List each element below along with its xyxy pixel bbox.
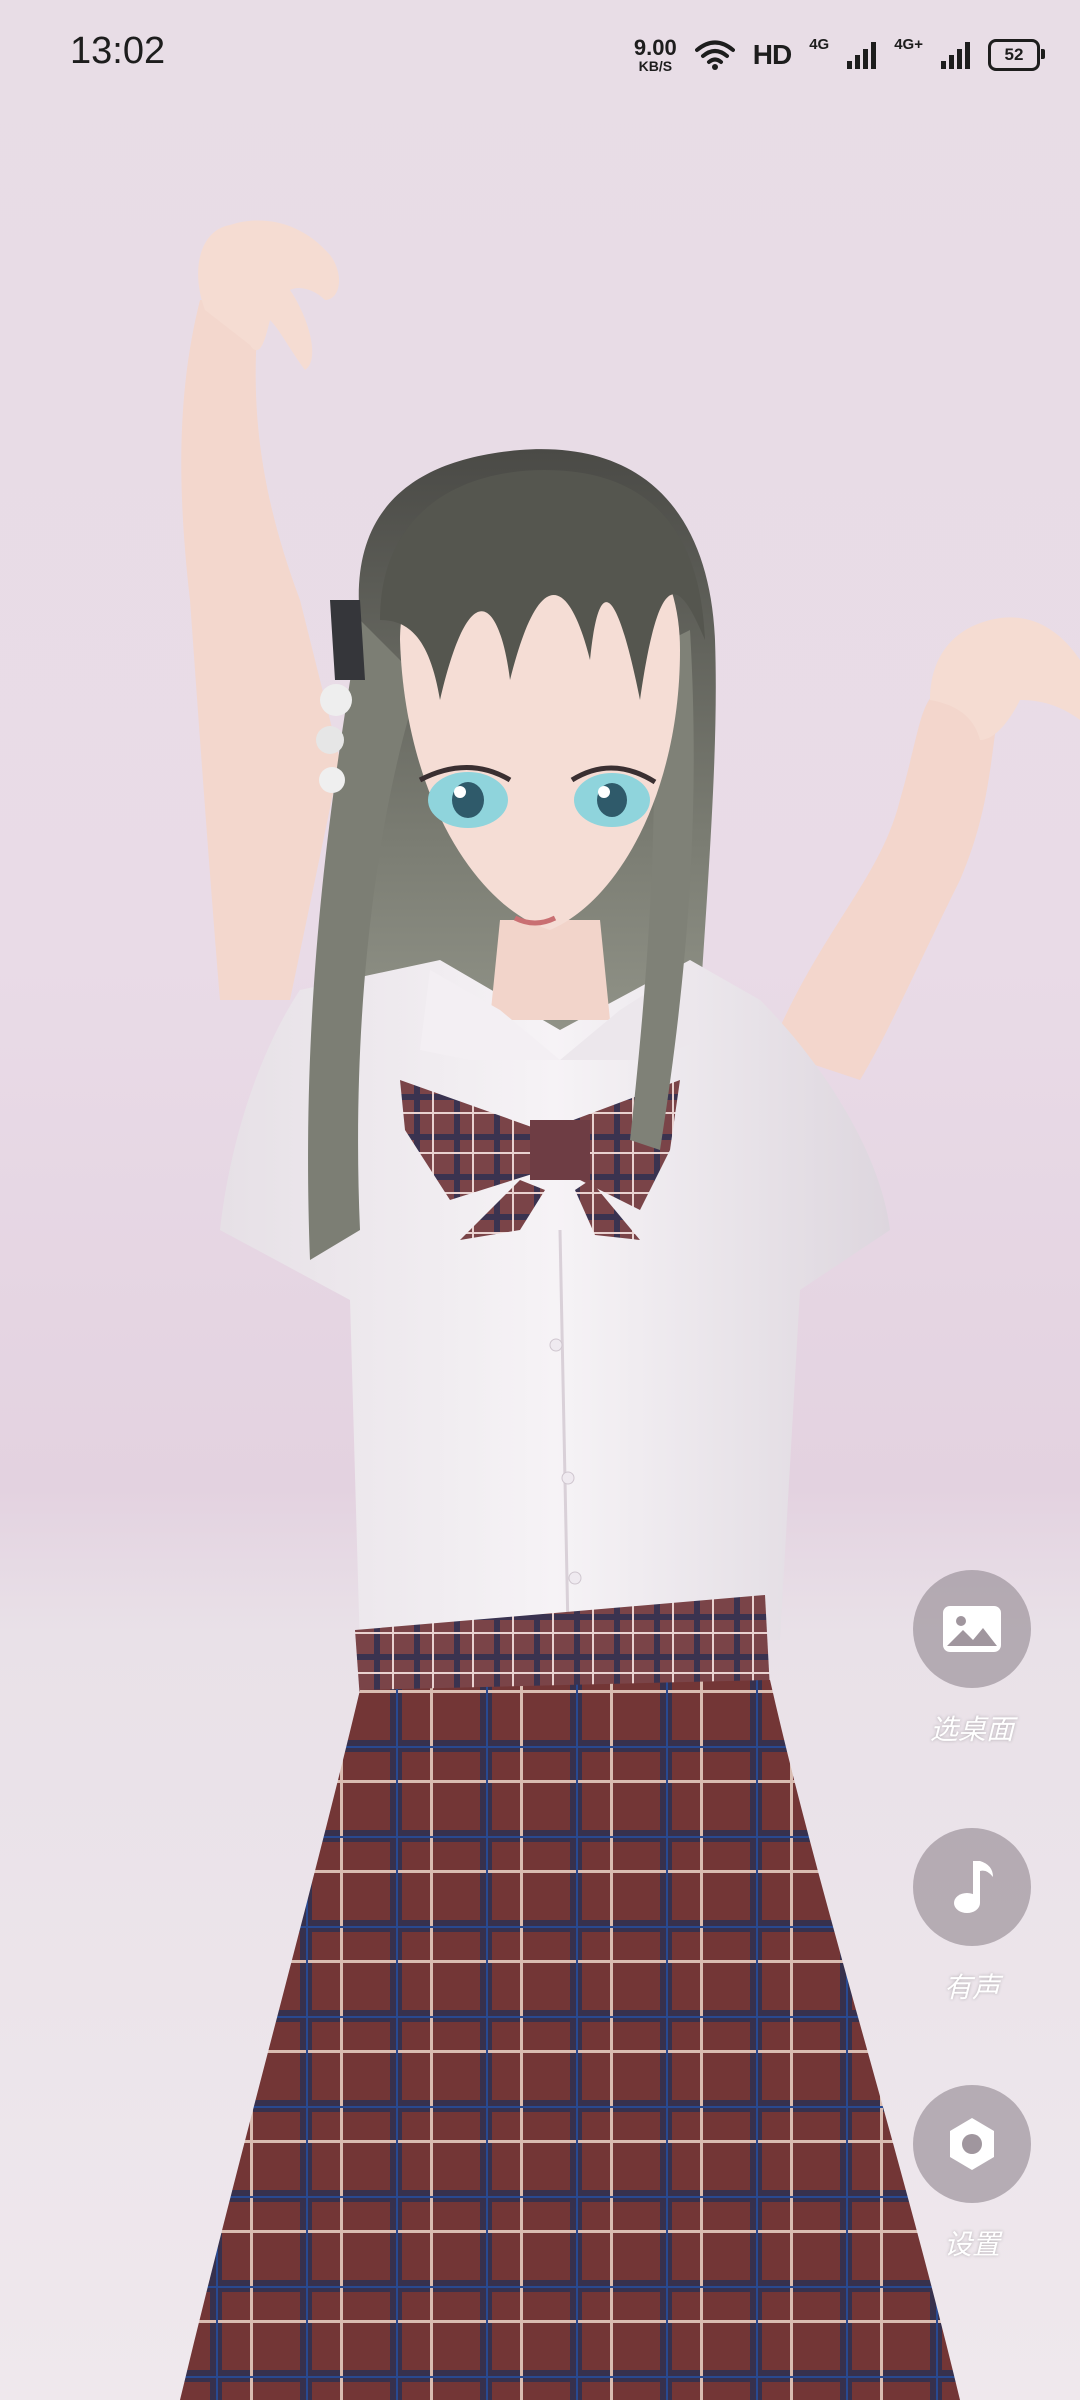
status-icons: 9.00 KB/S HD 4G 4G+ 52 (633, 30, 1045, 80)
image-icon (943, 1606, 1001, 1652)
battery-level: 52 (1004, 45, 1024, 64)
signal-icon (941, 41, 970, 69)
battery-icon: 52 (988, 39, 1045, 71)
sim1-network-label: 4G (809, 36, 830, 53)
status-time: 13:02 (70, 30, 166, 72)
sound-control[interactable]: 有声 (912, 1828, 1032, 2006)
choose-wallpaper-control[interactable]: 选桌面 (912, 1570, 1032, 1748)
signal-icon (847, 41, 877, 69)
wifi-icon (694, 40, 735, 70)
choose-wallpaper-button[interactable] (913, 1570, 1031, 1688)
hd-label: HD (752, 39, 792, 70)
sim2-network-label: 4G+ (894, 36, 923, 53)
settings-button[interactable] (913, 2085, 1031, 2203)
sound-button[interactable] (913, 1828, 1031, 1946)
choose-wallpaper-label: 选桌面 (929, 1713, 1014, 1746)
sound-label: 有声 (943, 1971, 1000, 2004)
settings-icon (950, 2118, 994, 2170)
music-note-icon (954, 1861, 993, 1913)
network-speed: 9.00 KB/S (633, 35, 677, 74)
network-speed-value: 9.00 (633, 35, 677, 60)
settings-control[interactable]: 设置 (912, 2085, 1032, 2263)
status-bar: 13:02 9.00 KB/S HD 4G 4G+ 52 (0, 0, 1080, 110)
network-speed-unit: KB/S (638, 58, 673, 74)
character-illustration (180, 220, 1080, 2400)
settings-label: 设置 (943, 2228, 1000, 2261)
